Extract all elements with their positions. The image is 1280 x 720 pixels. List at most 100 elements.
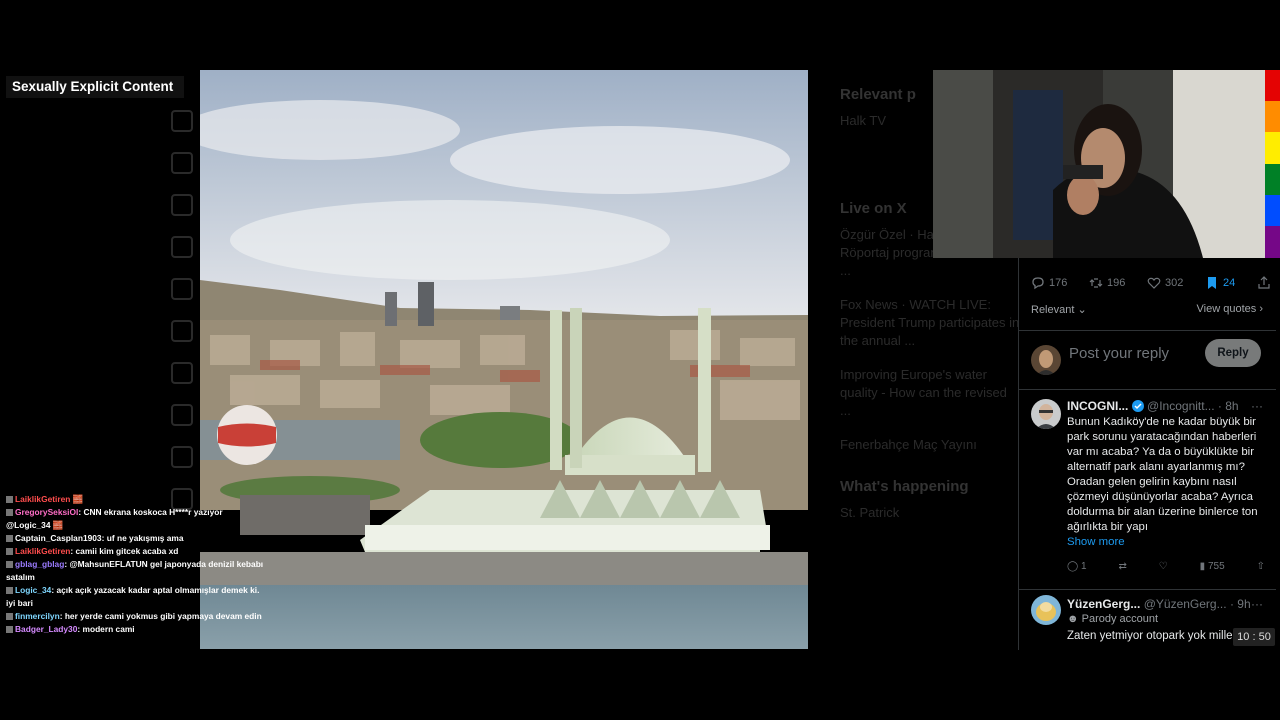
badge-icon	[6, 613, 13, 620]
views-action[interactable]: ▮ 755	[1200, 561, 1225, 572]
bookmark-count: 24	[1223, 277, 1236, 289]
x-sidebar-nav	[165, 110, 195, 530]
tweet-action-bar: 176 196 302 24	[1031, 276, 1271, 290]
tweet-replies-panel: 176 196 302 24 Relevant ⌄ View quotes › …	[1018, 258, 1276, 650]
author-name[interactable]: YüzenGerg...	[1067, 597, 1140, 611]
chat-message: Logic_34: açık açık yazacak kadar aptal …	[6, 585, 260, 608]
badge-icon	[6, 496, 13, 503]
tweet-time[interactable]: · 9h	[1230, 597, 1251, 611]
reply-button[interactable]: Reply	[1205, 339, 1261, 367]
home-icon[interactable]	[171, 110, 193, 132]
author-handle[interactable]: @Incognitt...	[1147, 399, 1215, 413]
bg-text: St. Patrick	[840, 505, 900, 520]
chat-username: Logic_34	[15, 585, 52, 595]
reply-tweet[interactable]: INCOGNI... @Incognitt... · 8h ··· Bunun …	[1019, 391, 1276, 590]
bookmarks-icon[interactable]	[171, 362, 193, 384]
chat-emote: 🧱	[72, 494, 84, 504]
chat-username: LaiklikGetiren	[15, 546, 71, 556]
badge-icon	[6, 535, 13, 542]
chevron-right-icon: ›	[1256, 303, 1263, 315]
share-icon[interactable]: ⇧	[1257, 561, 1265, 572]
badge-icon	[6, 626, 13, 633]
avatar[interactable]	[1031, 595, 1061, 625]
parody-label: ☻ Parody account	[1067, 613, 1158, 625]
tweet-actions: ◯ 1 ⇄ ♡ ▮ 755 ⇧	[1067, 561, 1265, 572]
badge-icon	[6, 548, 13, 555]
chevron-down-icon: ⌄	[1074, 304, 1087, 316]
reply-composer: Post your reply Reply	[1019, 330, 1276, 390]
sort-dropdown[interactable]: Relevant ⌄	[1031, 304, 1087, 316]
reply-action[interactable]: ◯ 1	[1067, 561, 1087, 572]
verified-badge-icon	[1131, 400, 1144, 412]
reply-sort-row: Relevant ⌄ View quotes ›	[1031, 303, 1263, 316]
chat-message: Badger_Lady30: modern cami	[6, 623, 264, 636]
tweet-time[interactable]: · 8h	[1218, 399, 1239, 413]
share-icon	[1258, 276, 1270, 289]
repost-action[interactable]: 196	[1089, 276, 1125, 290]
reply-count: 176	[1049, 277, 1068, 289]
reply-icon: ◯	[1067, 561, 1079, 572]
verified-icon[interactable]	[171, 404, 193, 426]
bg-text: Fenerbahçe Maç Yayını	[840, 437, 977, 452]
bookmark-action[interactable]: 24	[1205, 276, 1235, 290]
tweet-header: INCOGNI... @Incognitt... · 8h ···	[1067, 399, 1267, 413]
chat-text: modern cami	[82, 624, 135, 634]
edit-icon[interactable]	[171, 446, 193, 468]
parody-text: Parody account	[1081, 613, 1159, 625]
tweet-body: Bunun Kadıköy'de ne kadar büyük bir park…	[1067, 416, 1258, 533]
chat-text: uf ne yakışmış ama	[106, 533, 184, 543]
sort-label: Relevant	[1031, 304, 1075, 316]
communities-icon[interactable]	[171, 320, 193, 342]
tweet-header: YüzenGerg... @YüzenGerg... · 9h ···	[1067, 597, 1267, 611]
reply-icon	[1032, 277, 1044, 290]
show-more-link[interactable]: Show more	[1067, 536, 1125, 548]
reply-action[interactable]: 176	[1031, 276, 1067, 290]
reply-input[interactable]: Post your reply	[1069, 345, 1169, 362]
chat-username: gblag_gblag	[15, 559, 65, 569]
chat-username: LaiklikGetiren	[15, 494, 71, 504]
chat-message: gblag_gblag: @MahsunEFLATUN gel japonyad…	[6, 559, 264, 582]
view-quotes-link[interactable]: View quotes ›	[1197, 303, 1263, 315]
content-warning-label: Sexually Explicit Content	[6, 76, 184, 98]
repost-icon[interactable]: ⇄	[1118, 561, 1126, 572]
share-action[interactable]	[1257, 276, 1271, 290]
mosque-render-image	[200, 70, 808, 649]
views-icon: ▮	[1199, 561, 1206, 572]
repost-count: 196	[1107, 277, 1126, 289]
chat-message: LaiklikGetiren: camii kim gitcek acaba x…	[6, 545, 264, 558]
badge-icon	[6, 509, 13, 516]
bookmark-icon	[1208, 277, 1217, 289]
tweet-text: Bunun Kadıköy'de ne kadar büyük bir park…	[1067, 415, 1267, 550]
stream-timer: 10 : 50	[1233, 628, 1275, 646]
heart-icon[interactable]: ♡	[1159, 561, 1168, 572]
pride-flag-stripe	[1265, 70, 1280, 258]
badge-icon	[6, 561, 13, 568]
author-handle[interactable]: @YüzenGerg...	[1144, 597, 1227, 611]
chat-message: GregorySeksiOl: CNN ekrana koskoca H****…	[6, 507, 223, 530]
notifications-icon[interactable]	[171, 194, 193, 216]
messages-icon[interactable]	[171, 236, 193, 258]
reply-count: 1	[1080, 561, 1087, 572]
chat-text: camii kim gitcek acaba xd	[75, 546, 179, 556]
parody-mask-icon: ☻	[1067, 613, 1079, 625]
search-icon[interactable]	[171, 152, 193, 174]
streamer-webcam	[933, 70, 1265, 258]
bg-text: Improving Europe's water quality - How c…	[840, 367, 1007, 418]
avatar[interactable]	[1031, 399, 1061, 429]
chat-username: GregorySeksiOl	[15, 507, 79, 517]
grok-icon[interactable]	[171, 278, 193, 300]
stream-chat: LaiklikGetiren 🧱 GregorySeksiOl: CNN ekr…	[6, 493, 264, 636]
author-name[interactable]: INCOGNI...	[1067, 399, 1128, 413]
chat-message: finmercilyn: her yerde cami yokmus gibi …	[6, 610, 264, 623]
more-options-icon[interactable]: ···	[1251, 597, 1263, 611]
chat-message: Captain_Casplan1903: uf ne yakışmış ama	[6, 532, 264, 545]
chat-username: finmercilyn	[15, 611, 60, 621]
avatar	[1031, 345, 1061, 375]
chat-text: her yerde cami yokmus gibi yapmaya devam…	[64, 611, 262, 621]
badge-icon	[6, 587, 13, 594]
like-action[interactable]: 302	[1147, 276, 1183, 290]
more-options-icon[interactable]: ···	[1251, 399, 1263, 413]
view-quotes-label: View quotes	[1196, 303, 1257, 315]
bg-text: Fox News · WATCH LIVE: President Trump p…	[840, 297, 1020, 348]
heart-icon	[1147, 277, 1161, 289]
